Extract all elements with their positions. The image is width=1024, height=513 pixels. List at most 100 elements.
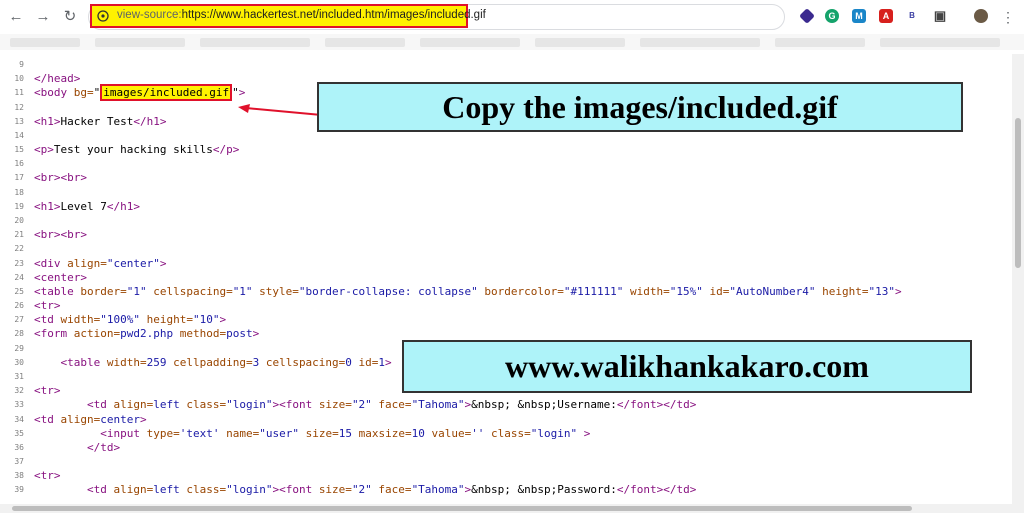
bookmark-item[interactable] (880, 38, 1000, 47)
code-token: "login" (226, 398, 273, 412)
line-number: 29 (14, 343, 24, 353)
code-token: <tr> (34, 469, 61, 483)
code-token: class= (179, 483, 227, 497)
code-token: <br><br> (34, 171, 87, 185)
highlighted-image-path: images/included.gif (100, 84, 233, 102)
grammarly-icon[interactable]: G (825, 9, 839, 23)
code-token: 15 (338, 426, 352, 440)
vertical-scrollbar[interactable] (1012, 54, 1024, 504)
code-token: action= (73, 327, 121, 341)
code-token: <p> (34, 143, 54, 157)
hexagon-ext-icon[interactable] (799, 8, 815, 24)
code-token: ><font (272, 398, 319, 412)
code-token: &nbsp; &nbsp;Password: (471, 483, 617, 497)
code-token: 10 (411, 426, 425, 440)
code-token: cellspacing= (259, 355, 346, 369)
line-number: 16 (14, 159, 24, 169)
line-code: <td align=left class="login"><font size=… (34, 483, 696, 497)
line-number: 19 (14, 201, 24, 211)
code-token: width= (106, 355, 147, 369)
code-token: <td (86, 398, 114, 412)
site-info-icon[interactable] (97, 10, 109, 22)
code-token: > (159, 256, 167, 270)
menu-icon[interactable]: ⋮ (998, 7, 1018, 27)
bookmarks-bar (0, 34, 1024, 50)
code-token: face= (371, 483, 412, 497)
reload-icon[interactable]: ↻ (60, 7, 80, 27)
code-token: width= (60, 313, 101, 327)
code-token: &nbsp; &nbsp;Username: (471, 398, 617, 412)
line-number: 32 (14, 386, 24, 396)
code-token: Test your hacking skills (53, 143, 213, 157)
code-token: value= (424, 426, 472, 440)
code-token: <td (34, 412, 61, 426)
code-token: </h1> (133, 114, 167, 128)
code-token: "login" (226, 483, 273, 497)
code-token: > (140, 412, 147, 426)
code-token: Hacker Test (60, 114, 134, 128)
bookmark-item[interactable] (535, 38, 625, 47)
code-token: <td (34, 313, 61, 327)
code-token: method= (173, 327, 227, 341)
scroll-thumb[interactable] (12, 506, 912, 511)
url-text[interactable]: view-source:https://www.hackertest.net/i… (117, 9, 486, 21)
line-number: 20 (14, 215, 24, 225)
line-code: <p>Test your hacking skills</p> (34, 143, 239, 157)
bookmark-item[interactable] (200, 38, 310, 47)
code-token: 259 (146, 355, 167, 369)
line-number: 12 (14, 102, 24, 112)
code-token: <h1> (34, 114, 61, 128)
code-token: "user" (259, 426, 299, 440)
code-token: <table (60, 355, 107, 369)
code-token: "Tahoma" (411, 483, 465, 497)
pdf-ext-icon[interactable]: A (879, 9, 893, 23)
code-token: cellpadding= (166, 355, 253, 369)
line-code: <td align=left class="login"><font size=… (34, 398, 696, 412)
scroll-thumb[interactable] (1015, 118, 1021, 268)
line-number: 13 (14, 116, 24, 126)
code-token: <input (100, 426, 147, 440)
code-token: align= (67, 256, 107, 270)
code-token: > (577, 426, 591, 440)
bookmark-item[interactable] (325, 38, 405, 47)
code-token: <br><br> (34, 228, 87, 242)
line-number: 14 (14, 130, 24, 140)
line-code: <br><br> (34, 171, 87, 185)
line-code: <td align=center> (34, 413, 147, 427)
line-code: <input type='text' name="user" size=15 m… (34, 427, 590, 441)
code-token: left (153, 398, 180, 412)
code-token: size= (298, 426, 339, 440)
code-token: <body (34, 86, 74, 100)
code-token: "2" (351, 483, 372, 497)
bookmark-item[interactable] (10, 38, 80, 47)
code-token: height= (140, 313, 193, 327)
avatar[interactable] (974, 9, 988, 23)
code-token: id= (702, 284, 730, 298)
code-token: align= (113, 398, 154, 412)
mango-ext-icon[interactable]: M (852, 9, 866, 23)
code-token: cellspacing= (146, 284, 233, 298)
line-number: 30 (14, 357, 24, 367)
bookmark-item[interactable] (95, 38, 185, 47)
line-number: 25 (14, 286, 24, 296)
code-token: 'text' (179, 426, 220, 440)
forward-icon[interactable]: → (33, 7, 53, 27)
code-token: pwd2.php (120, 327, 174, 341)
back-icon[interactable]: ← (6, 7, 26, 27)
puzzle-icon[interactable]: ▣ (933, 9, 947, 23)
bookmark-item[interactable] (640, 38, 760, 47)
line-number: 38 (14, 471, 24, 481)
bookmark-item[interactable] (775, 38, 865, 47)
horizontal-scrollbar[interactable] (0, 504, 1024, 513)
line-code: <table width=259 cellpadding=3 cellspaci… (34, 356, 392, 370)
code-token: size= (318, 483, 352, 497)
bookmark-item[interactable] (420, 38, 520, 47)
line-code: </td> (34, 441, 120, 455)
line-code: <tr> (34, 384, 61, 398)
code-token: <td (86, 483, 114, 497)
code-token: "center" (106, 256, 160, 270)
b-ext-icon[interactable]: B (905, 9, 919, 23)
